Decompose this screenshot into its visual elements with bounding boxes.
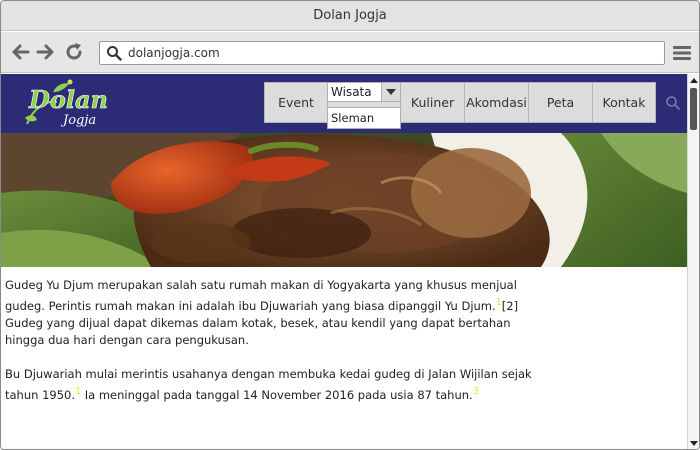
browser-toolbar: dolanjogja.com xyxy=(1,32,699,73)
site-navbar: Dolan Jogja Event Kuliner Akomdasi Peta … xyxy=(1,74,687,133)
url-text: dolanjogja.com xyxy=(128,46,220,60)
scrollbar-thumb[interactable] xyxy=(690,88,697,130)
dolan-jogja-logo[interactable]: Dolan Jogja xyxy=(23,78,119,130)
nav-peta-label: Peta xyxy=(546,95,575,110)
nav-kontak-label: Kontak xyxy=(602,95,646,110)
wisata-dropdown-label: Wisata xyxy=(331,85,372,99)
address-bar[interactable]: dolanjogja.com xyxy=(99,41,665,65)
wisata-option-sleman[interactable]: Sleman xyxy=(327,107,401,129)
arrow-left-icon[interactable] xyxy=(10,41,32,63)
window-title: Dolan Jogja xyxy=(313,8,387,23)
nav-event-label: Event xyxy=(278,95,314,110)
scroll-up-icon[interactable] xyxy=(689,76,699,86)
nav-kontak[interactable]: Kontak xyxy=(592,82,656,123)
article-paragraph: Bu Djuwariah mulai merintis usahanya den… xyxy=(5,366,545,404)
paragraph-text: Ia meninggal pada tanggal 14 November 20… xyxy=(81,387,473,402)
page-viewport: Dolan Jogja Event Kuliner Akomdasi Peta … xyxy=(1,74,687,449)
wisata-option-label: Sleman xyxy=(331,111,375,125)
nav-peta[interactable]: Peta xyxy=(528,82,593,123)
arrow-right-icon[interactable] xyxy=(34,41,56,63)
scroll-down-icon[interactable] xyxy=(689,438,699,448)
window-titlebar: Dolan Jogja xyxy=(1,1,699,31)
logo-main-text: Dolan xyxy=(28,85,108,114)
nav-kuliner[interactable]: Kuliner xyxy=(400,82,465,123)
citation-text[interactable]: [2] xyxy=(502,299,518,313)
article-paragraph: Gudeg Yu Djum merupakan salah satu rumah… xyxy=(5,277,545,349)
article-body: Gudeg Yu Djum merupakan salah satu rumah… xyxy=(5,277,545,421)
search-icon xyxy=(107,46,122,61)
paragraph-text: Gudeg yang dijual dapat dikemas dalam ko… xyxy=(5,315,511,347)
hamburger-menu-icon[interactable] xyxy=(673,44,691,62)
site-search-icon[interactable] xyxy=(665,95,681,111)
paragraph-text: Gudeg Yu Djum merupakan salah satu rumah… xyxy=(5,278,517,313)
chevron-down-icon xyxy=(386,89,396,95)
wisata-dropdown-toggle[interactable] xyxy=(381,82,401,102)
browser-window: Dolan Jogja dolanjogja.com Dolan Jogja E… xyxy=(0,0,700,450)
nav-akomodasi[interactable]: Akomdasi xyxy=(464,82,529,123)
reload-icon[interactable] xyxy=(63,41,85,63)
nav-event[interactable]: Event xyxy=(264,82,328,123)
nav-akomodasi-label: Akomdasi xyxy=(466,95,527,110)
vertical-scrollbar[interactable] xyxy=(687,74,699,449)
gudeg-hero-image xyxy=(1,133,687,267)
logo-sub-text: Jogja xyxy=(60,113,96,128)
nav-kuliner-label: Kuliner xyxy=(410,95,455,110)
citation-link[interactable]: 3 xyxy=(473,386,479,397)
